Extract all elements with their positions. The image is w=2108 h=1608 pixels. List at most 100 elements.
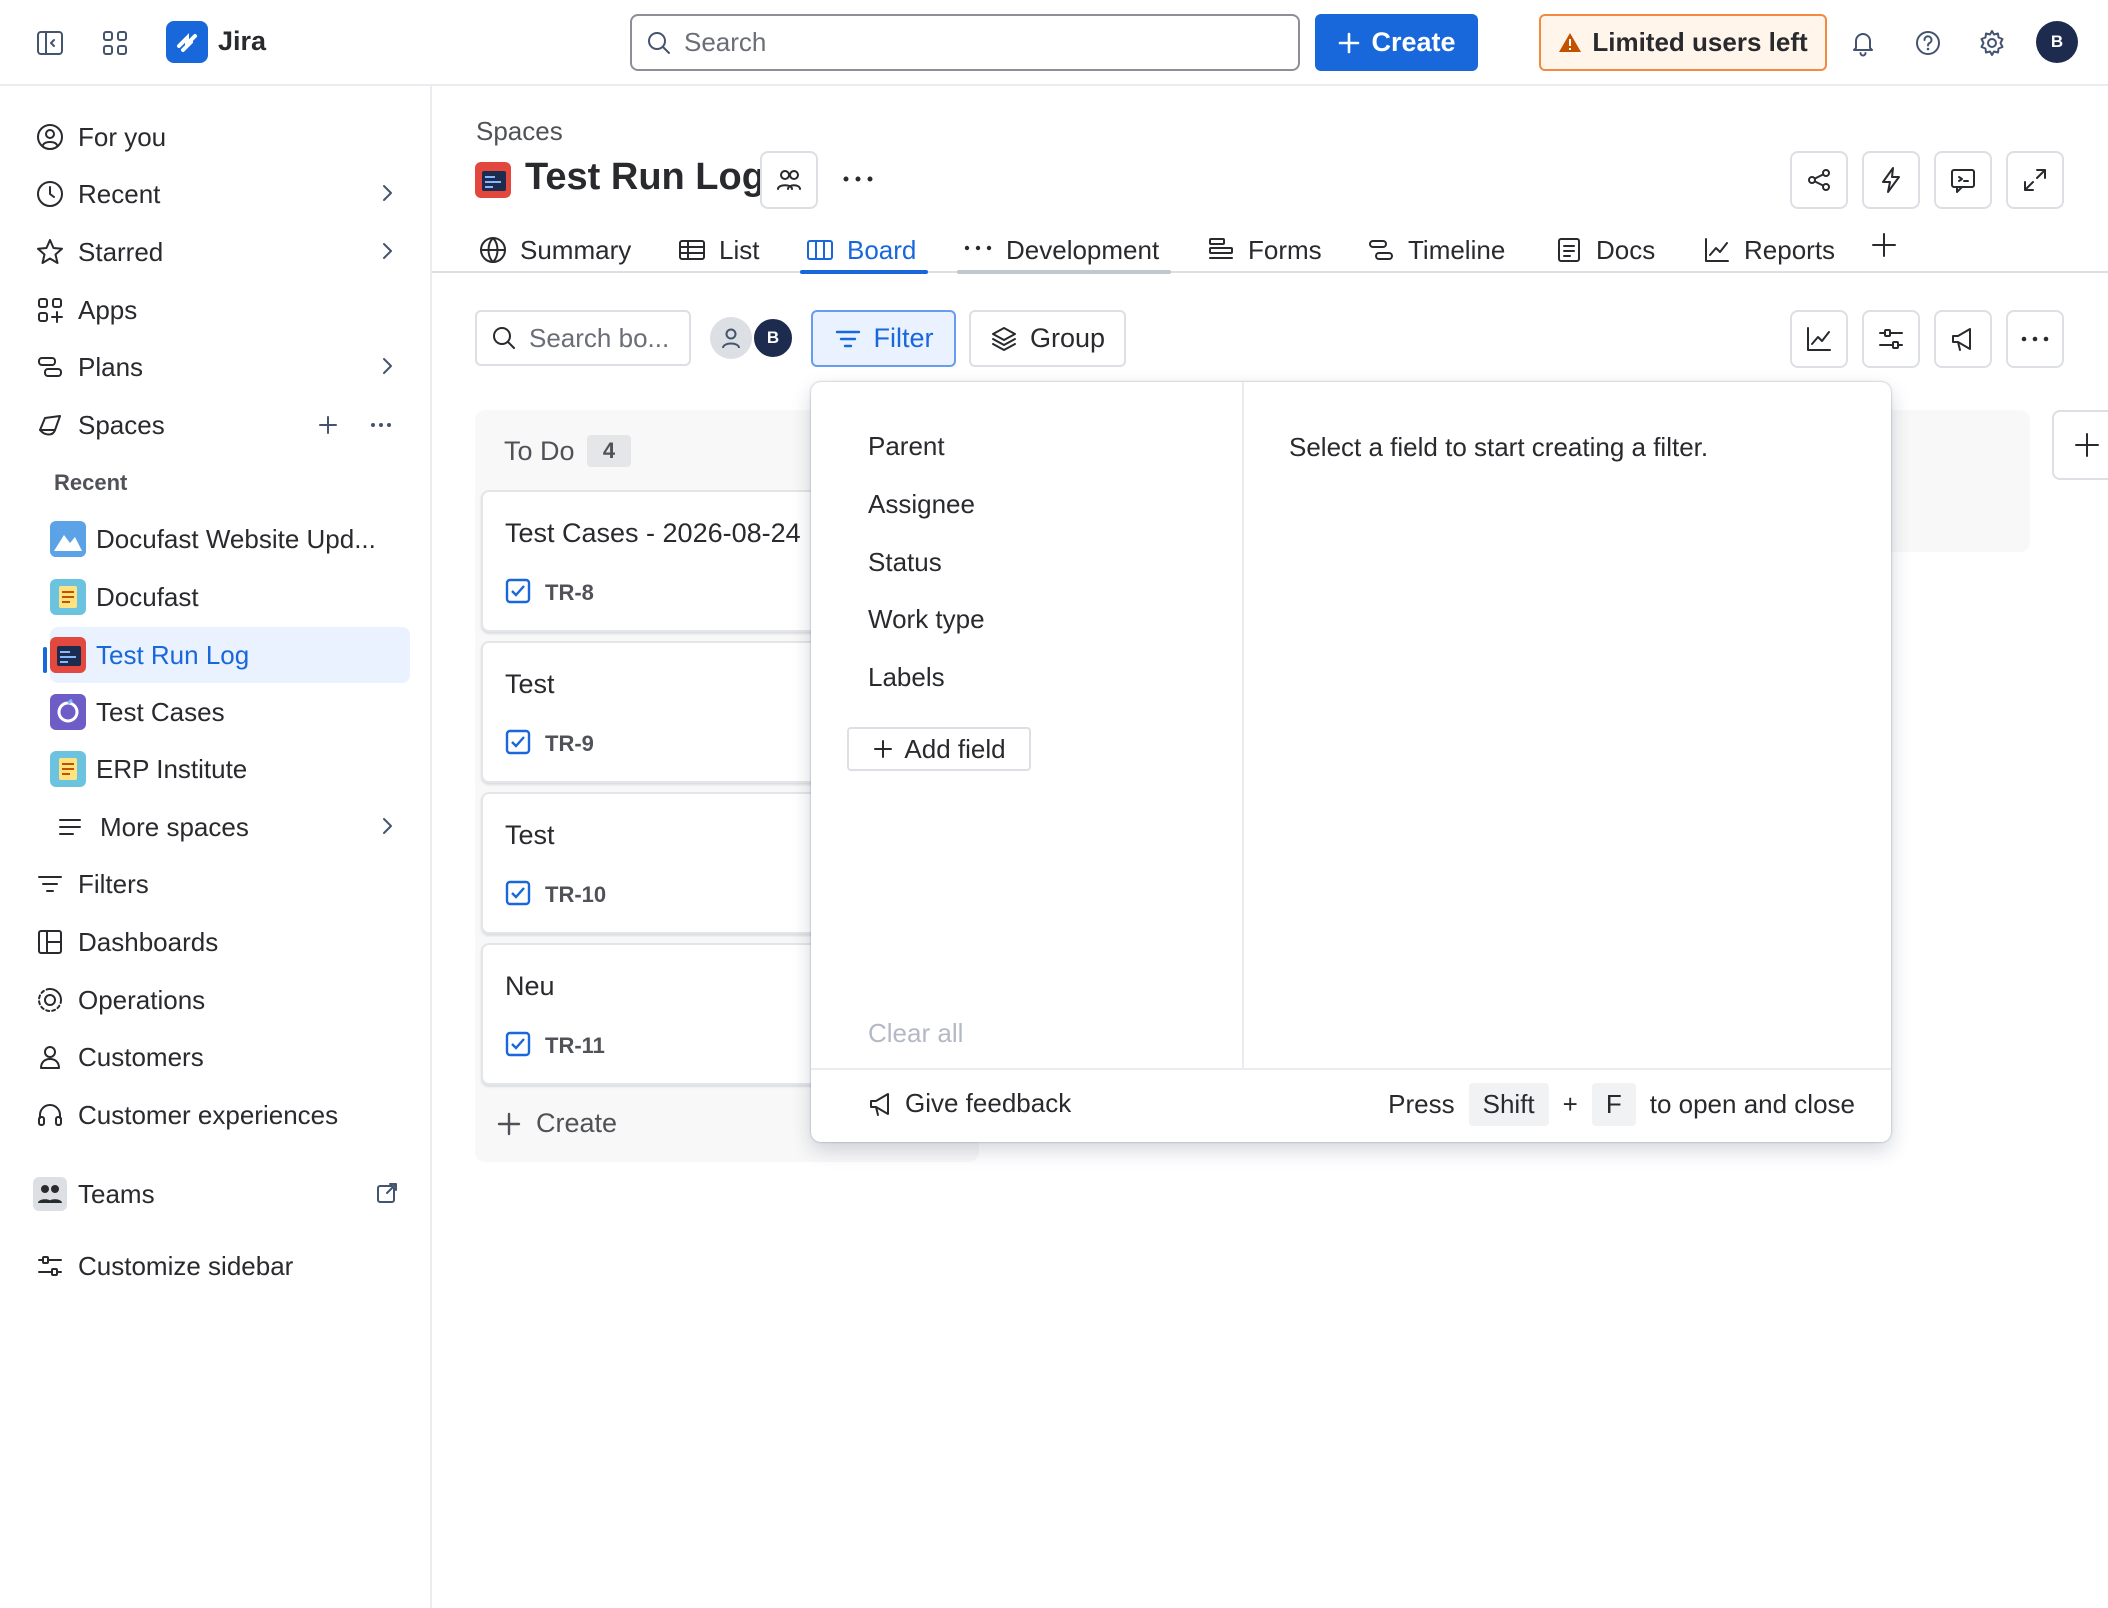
breadcrumb[interactable]: Spaces bbox=[476, 116, 563, 147]
group-button[interactable]: Group bbox=[969, 310, 1126, 367]
sidebar-item-operations[interactable]: Operations bbox=[30, 974, 410, 1026]
sidebar-item-label: Spaces bbox=[78, 409, 165, 440]
search-icon bbox=[493, 327, 515, 349]
timeline-icon bbox=[1369, 240, 1393, 260]
user-avatar[interactable]: B bbox=[2036, 21, 2078, 63]
sidebar-item-customize[interactable]: Customize sidebar bbox=[30, 1240, 410, 1292]
chevron-right-icon[interactable] bbox=[374, 180, 400, 206]
create-label: Create bbox=[1371, 27, 1456, 57]
recent-spaces-heading: Recent bbox=[54, 470, 128, 495]
notifications-bell-icon[interactable] bbox=[1841, 21, 1885, 65]
card-key: TR-11 bbox=[545, 1033, 605, 1058]
sidebar-toggle-icon[interactable] bbox=[28, 21, 72, 65]
card-key: TR-10 bbox=[545, 882, 607, 907]
settings-gear-icon[interactable] bbox=[1970, 21, 2014, 65]
feedback-chat-icon[interactable] bbox=[1934, 151, 1992, 209]
filter-field-work-type[interactable]: Work type bbox=[868, 604, 985, 635]
more-spaces-list-icon bbox=[50, 807, 90, 847]
board-search-input[interactable]: Search bo... bbox=[475, 310, 691, 366]
sidebar-more-spaces[interactable]: More spaces bbox=[50, 801, 410, 853]
help-icon[interactable] bbox=[1906, 21, 1950, 65]
limited-users-button[interactable]: Limited users left bbox=[1539, 14, 1827, 71]
tab-timeline[interactable]: Timeline bbox=[1366, 228, 1505, 272]
chevron-right-icon[interactable] bbox=[374, 238, 400, 264]
more-options-icon[interactable] bbox=[368, 413, 394, 437]
warning-icon bbox=[1559, 32, 1582, 52]
people-icon[interactable] bbox=[760, 151, 818, 209]
space-mountain-icon bbox=[50, 521, 86, 557]
space-item-erp-institute[interactable]: ERP Institute bbox=[50, 743, 410, 795]
page-title: Test Run Log bbox=[525, 156, 765, 198]
tab-docs[interactable]: Docs bbox=[1554, 228, 1655, 272]
space-item-test-cases[interactable]: Test Cases bbox=[50, 686, 410, 738]
add-field-label: Add field bbox=[904, 733, 1006, 764]
fullscreen-expand-icon[interactable] bbox=[2006, 151, 2064, 209]
filter-button[interactable]: Filter bbox=[811, 310, 956, 367]
automation-lightning-icon[interactable] bbox=[1862, 151, 1920, 209]
sidebar-item-starred[interactable]: Starred bbox=[30, 226, 410, 278]
filter-field-labels[interactable]: Labels bbox=[868, 662, 945, 693]
sidebar-item-recent[interactable]: Recent bbox=[30, 168, 410, 220]
sidebar-item-filters[interactable]: Filters bbox=[30, 858, 410, 910]
column-create-label: Create bbox=[536, 1108, 618, 1138]
chevron-right-icon[interactable] bbox=[374, 353, 400, 379]
more-board-options-icon[interactable] bbox=[2006, 310, 2064, 368]
tab-list[interactable]: List bbox=[677, 228, 759, 272]
filter-field-status[interactable]: Status bbox=[868, 547, 942, 578]
group-label: Group bbox=[1029, 323, 1106, 353]
filter-field-assignee[interactable]: Assignee bbox=[868, 489, 975, 520]
announcement-megaphone-icon[interactable] bbox=[1934, 310, 1992, 368]
tab-forms[interactable]: Forms bbox=[1206, 228, 1322, 272]
add-space-plus-icon[interactable] bbox=[316, 413, 340, 437]
sidebar-item-label: Dashboards bbox=[78, 926, 219, 957]
selected-indicator bbox=[43, 647, 47, 673]
tab-summary[interactable]: Summary bbox=[478, 228, 631, 272]
sidebar-item-spaces[interactable]: Spaces bbox=[30, 399, 410, 451]
app-switcher-icon[interactable] bbox=[93, 21, 137, 65]
app-name[interactable]: Jira bbox=[218, 26, 266, 57]
sidebar-item-label: Customize sidebar bbox=[78, 1250, 294, 1281]
external-link-icon[interactable] bbox=[374, 1180, 400, 1206]
clear-all-button[interactable]: Clear all bbox=[868, 1018, 963, 1049]
plus-icon bbox=[497, 1112, 521, 1135]
add-tab-plus-icon[interactable] bbox=[1869, 230, 1899, 260]
add-column-button[interactable] bbox=[2052, 410, 2108, 480]
column-create-button[interactable]: Create bbox=[496, 1108, 617, 1139]
add-field-button[interactable]: Add field bbox=[847, 727, 1031, 771]
sidebar-item-customer-experiences[interactable]: Customer experiences bbox=[30, 1089, 410, 1141]
filter-field-parent[interactable]: Parent bbox=[868, 431, 945, 462]
tab-label: Docs bbox=[1596, 234, 1656, 265]
view-settings-sliders-icon[interactable] bbox=[1862, 310, 1920, 368]
global-search-input[interactable]: Search bbox=[630, 14, 1300, 71]
insights-chart-icon[interactable] bbox=[1790, 310, 1848, 368]
tab-reports[interactable]: Reports bbox=[1702, 228, 1835, 272]
jira-logo-icon[interactable] bbox=[166, 21, 208, 63]
column-count-badge: 4 bbox=[587, 435, 631, 467]
sidebar-item-apps[interactable]: Apps bbox=[30, 284, 410, 336]
chevron-right-icon[interactable] bbox=[374, 813, 400, 839]
tab-label: Forms bbox=[1248, 234, 1322, 265]
customize-sliders-icon bbox=[30, 1246, 70, 1286]
clock-icon bbox=[30, 174, 70, 214]
more-icon bbox=[964, 245, 992, 251]
unassigned-avatar-icon[interactable] bbox=[710, 317, 752, 359]
sidebar-item-teams[interactable]: Teams bbox=[30, 1168, 410, 1220]
sidebar-item-label: Customer experiences bbox=[78, 1099, 339, 1130]
shortcut-plus: + bbox=[1562, 1089, 1578, 1119]
tab-board[interactable]: Board bbox=[805, 228, 916, 272]
create-button[interactable]: Create bbox=[1315, 14, 1478, 71]
sidebar-item-plans[interactable]: Plans bbox=[30, 341, 410, 393]
sidebar-item-for-you[interactable]: For you bbox=[30, 111, 410, 163]
more-actions-icon[interactable] bbox=[838, 164, 878, 194]
list-icon bbox=[679, 240, 705, 260]
space-item-test-run-log[interactable]: Test Run Log bbox=[50, 627, 410, 683]
tab-development[interactable]: Development bbox=[962, 228, 1159, 272]
filter-label: Filter bbox=[873, 323, 934, 353]
sidebar-item-customers[interactable]: Customers bbox=[30, 1031, 410, 1083]
share-icon[interactable] bbox=[1790, 151, 1848, 209]
space-item-docufast[interactable]: Docufast bbox=[50, 571, 410, 623]
space-item-docufast-website[interactable]: Docufast Website Upd... bbox=[50, 513, 410, 565]
sidebar-item-dashboards[interactable]: Dashboards bbox=[30, 916, 410, 968]
user-filter-avatar[interactable]: B bbox=[752, 317, 794, 359]
give-feedback-button[interactable]: Give feedback bbox=[867, 1088, 1071, 1119]
